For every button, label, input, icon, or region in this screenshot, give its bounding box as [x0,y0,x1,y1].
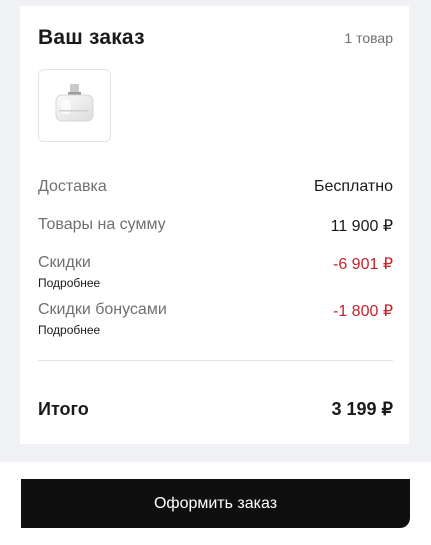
bonus-discount-label: Скидки бонусами [38,301,167,318]
subtotal-value: 11 900 ₽ [330,218,393,235]
subtotal-label: Товары на сумму [38,216,166,233]
discount-label: Скидки [38,254,91,271]
discount-details-link[interactable]: Подробнее [38,276,100,290]
bonus-discount-value: -1 800 ₽ [333,303,393,320]
items-count: 1 товар [344,30,393,46]
delivery-label: Доставка [38,178,107,195]
product-thumbnail[interactable] [38,69,111,142]
divider [38,360,393,361]
total-value: 3 199 ₽ [331,399,394,419]
perfume-bottle-icon [55,84,94,122]
checkout-button[interactable]: Оформить заказ [21,479,410,528]
total-label: Итого [38,399,89,419]
bonus-details-link[interactable]: Подробнее [38,323,100,337]
delivery-value: Бесплатно [313,178,393,195]
order-title: Ваш заказ [38,26,145,49]
order-summary-card: Ваш заказ 1 товар Доставка Бесплатно Тов… [20,6,409,444]
discount-value: -6 901 ₽ [333,256,393,273]
